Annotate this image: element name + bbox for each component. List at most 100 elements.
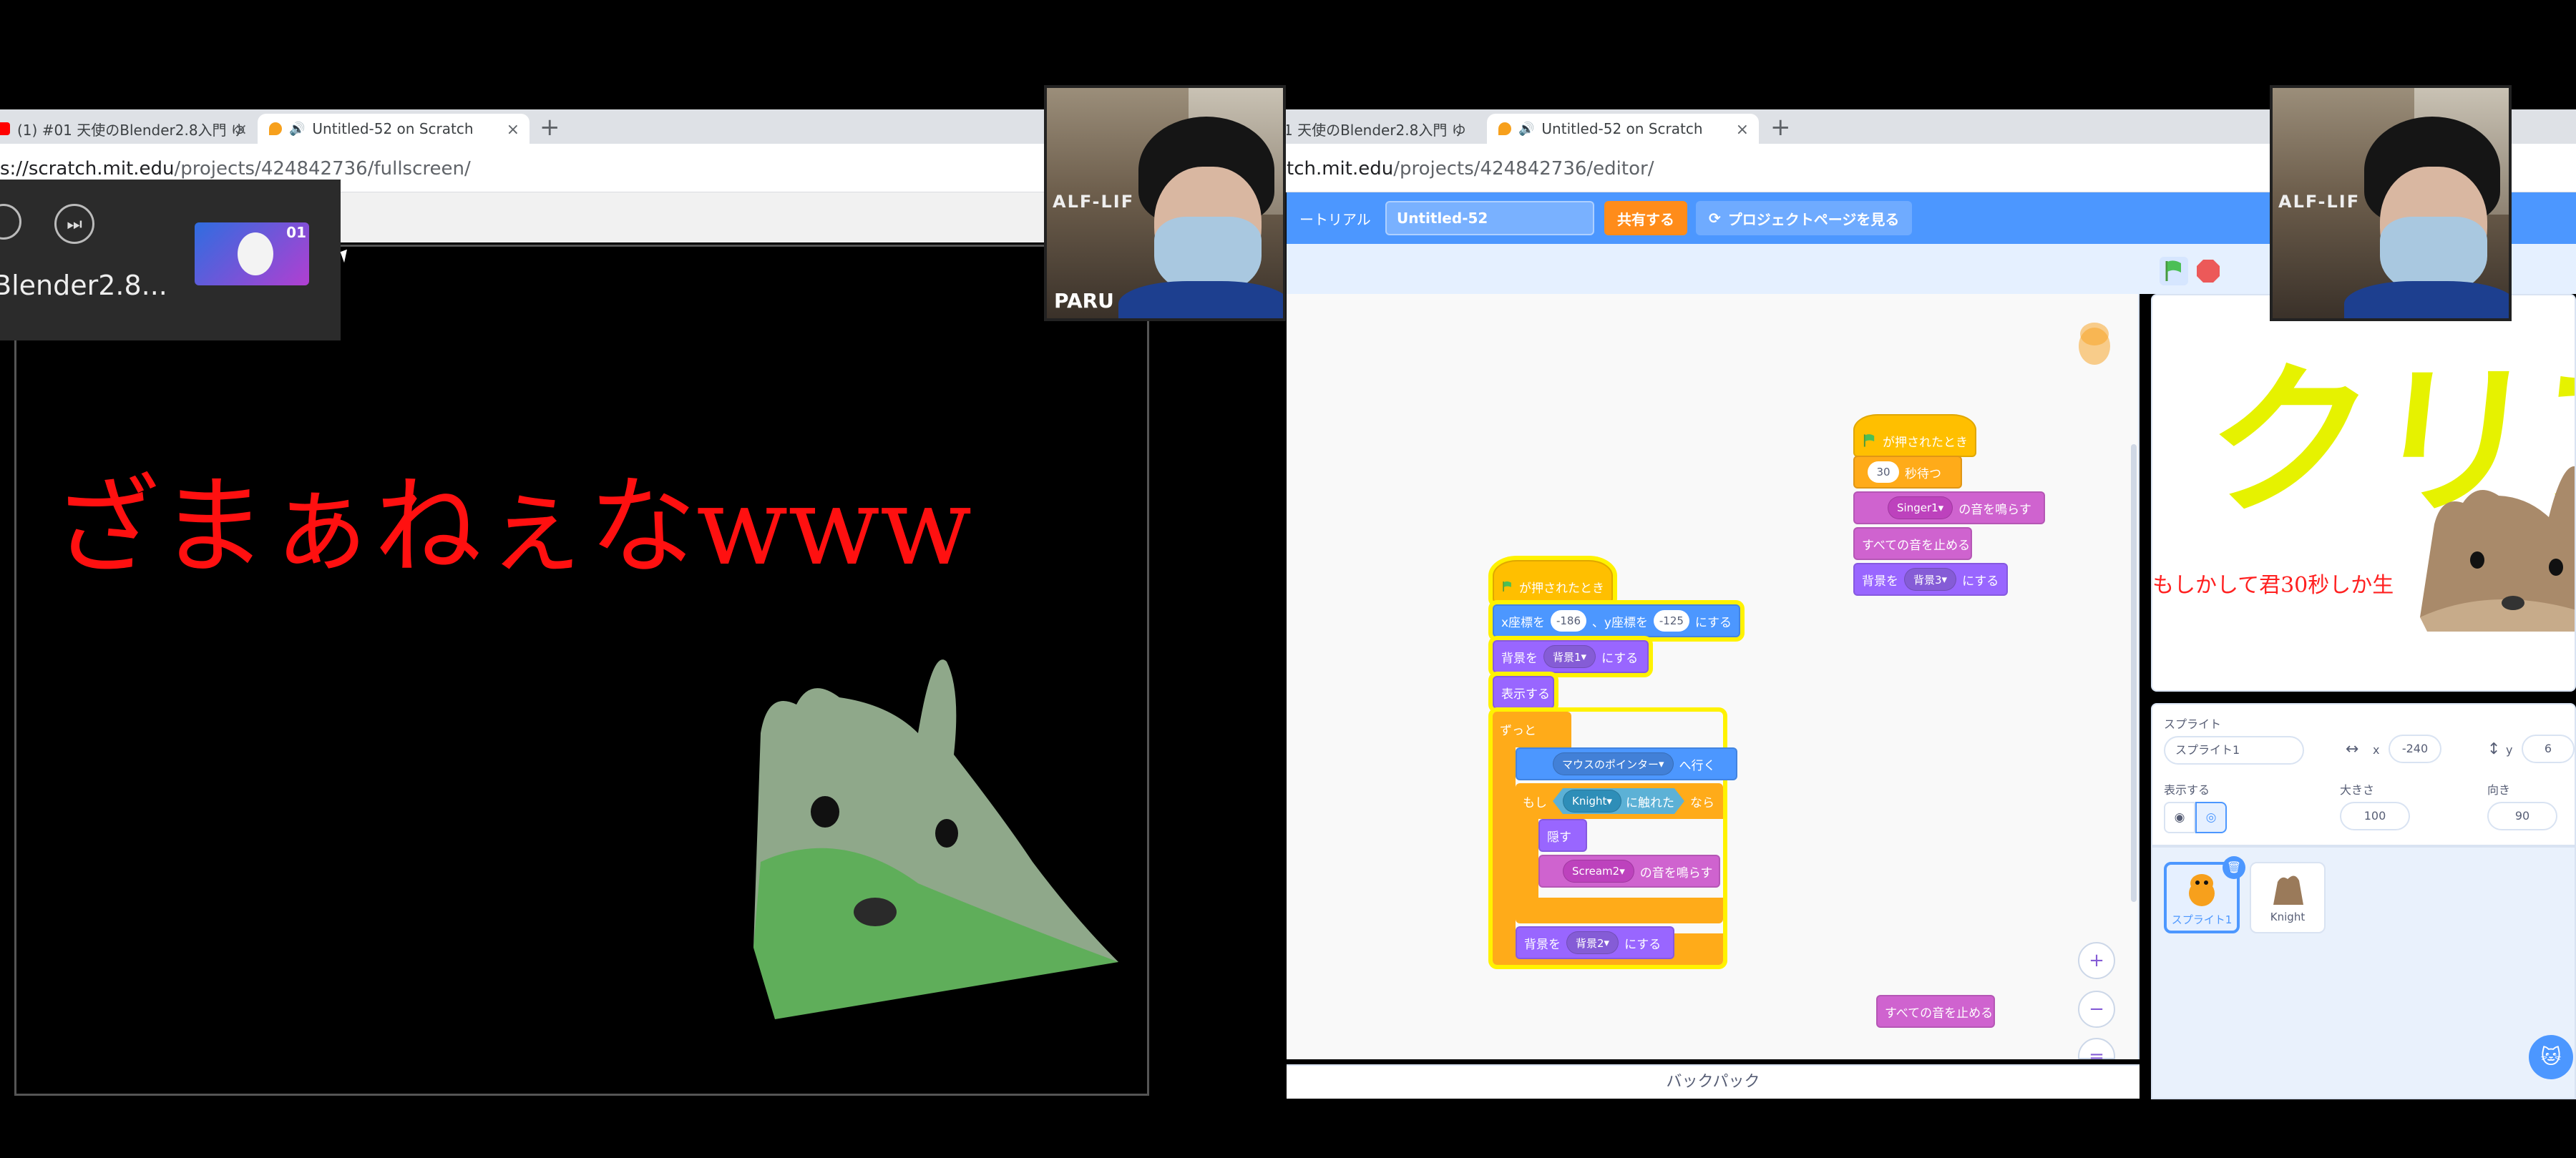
delete-icon[interactable]: 🗑 xyxy=(2223,856,2245,879)
when-flag-clicked-block[interactable]: が押されたとき xyxy=(1493,560,1613,603)
url-host: s://scratch.mit.edu xyxy=(0,158,175,180)
stop-icon[interactable] xyxy=(2195,258,2221,284)
direction-input[interactable]: 90 xyxy=(2487,802,2557,830)
url-text[interactable]: s://scratch.mit.edu/projects/424842736/f… xyxy=(0,158,471,180)
close-icon[interactable]: × xyxy=(1736,121,1749,139)
share-button[interactable]: 共有する xyxy=(1604,201,1687,235)
zoom-out-icon[interactable]: − xyxy=(2078,991,2115,1028)
block-label: にする xyxy=(1601,651,1639,666)
block-label: が押されたとき xyxy=(1519,581,1604,596)
video-thumbnail[interactable]: 01 xyxy=(195,222,309,285)
size-label: 大きさ xyxy=(2340,783,2375,797)
show-label: 表示する xyxy=(2164,783,2210,797)
x-input[interactable]: -186 xyxy=(1551,610,1586,632)
backdrop-dropdown[interactable]: 背景2 ▾ xyxy=(1566,931,1619,954)
y-position-input[interactable]: 6 xyxy=(2522,735,2575,763)
size-input[interactable]: 100 xyxy=(2340,802,2410,830)
block-label: 背景を xyxy=(1862,574,1898,589)
see-project-page-button[interactable]: ⟳ プロジェクトページを見る xyxy=(1696,201,1913,235)
block-label: が押されたとき xyxy=(1883,435,1968,450)
play-icon[interactable] xyxy=(0,204,21,240)
next-track-icon[interactable]: ⏭ xyxy=(54,204,94,244)
stop-all-sounds-block[interactable]: すべての音を止める xyxy=(1876,995,1995,1028)
sound-dropdown[interactable]: Scream2 ▾ xyxy=(1563,860,1634,883)
sprite-thumb-knight[interactable]: Knight xyxy=(2250,862,2326,933)
block-label: にする xyxy=(1694,615,1732,630)
block-label: x座標を xyxy=(1501,615,1546,630)
show-sprite-icon[interactable]: ◉ xyxy=(2164,802,2195,833)
webcam-person-shirt xyxy=(2344,281,2509,318)
tab-youtube[interactable]: 1 天使のBlender2.8入門 ゆ xyxy=(1287,114,1487,144)
webcam-person-shirt xyxy=(1118,281,1283,318)
if-header: もし Knight ▾ に触れた なら xyxy=(1516,783,1723,819)
go-to-xy-block[interactable]: x座標を -186 、y座標を -125 にする xyxy=(1493,604,1740,637)
sound-dropdown[interactable]: Singer1 ▾ xyxy=(1888,496,1953,519)
show-block[interactable]: 表示する xyxy=(1493,676,1554,709)
green-flag-icon[interactable] xyxy=(2160,257,2188,285)
tab-youtube[interactable]: (1) #01 天使のBlender2.8入門 ゆ × xyxy=(0,114,258,144)
target-dropdown[interactable]: マウスのポインター ▾ xyxy=(1553,752,1674,775)
sprite-thumb-label: スプライト1 xyxy=(2171,913,2233,926)
backdrop-dropdown[interactable]: 背景3 ▾ xyxy=(1904,568,1957,591)
block-label: なら xyxy=(1689,795,1714,810)
block-label: の音を鳴らす xyxy=(1958,502,2031,517)
touching-dropdown[interactable]: Knight ▾ xyxy=(1563,790,1621,813)
hide-block[interactable]: 隠す xyxy=(1538,819,1587,852)
code-scrollbar[interactable] xyxy=(2131,444,2137,902)
block-label: 隠す xyxy=(1547,830,1571,845)
tab-label: Untitled-52 on Scratch xyxy=(312,120,474,137)
x-label: x xyxy=(2373,743,2380,757)
switch-backdrop-block[interactable]: 背景を 背景3 ▾ にする xyxy=(1853,563,2008,596)
switch-backdrop-block[interactable]: 背景を 背景2 ▾ にする xyxy=(1516,926,1674,959)
stage[interactable]: クリア もしかして君30秒しか生 xyxy=(2151,294,2576,692)
hide-sprite-icon[interactable]: ◎ xyxy=(2195,802,2227,833)
switch-backdrop-block[interactable]: 背景を 背景1 ▾ にする xyxy=(1493,640,1649,673)
y-input[interactable]: -125 xyxy=(1653,610,1689,632)
project-title-input[interactable]: Untitled-52 xyxy=(1385,201,1594,235)
wait-seconds-input[interactable]: 30 xyxy=(1868,461,1899,483)
dropdown-value: マウスのポインター xyxy=(1562,757,1659,771)
see-project-page-label: プロジェクトページを見る xyxy=(1727,210,1900,228)
zoom-in-icon[interactable]: + xyxy=(2078,942,2115,979)
close-icon[interactable]: × xyxy=(235,121,248,139)
media-control-popup[interactable]: ⏭ 01 Blender2.8... xyxy=(0,180,341,340)
new-tab-icon[interactable]: + xyxy=(1770,115,1791,139)
backpack[interactable]: バックパック xyxy=(1287,1064,2140,1099)
touching-block[interactable]: Knight ▾ に触れた xyxy=(1553,788,1684,814)
play-sound-block[interactable]: Singer1 ▾ の音を鳴らす xyxy=(1853,491,2045,524)
sprite-thumb-sprite1[interactable]: スプライト1 🗑 xyxy=(2164,856,2245,933)
go-to-block[interactable]: マウスのポインター ▾ へ行く xyxy=(1516,747,1737,780)
url-text[interactable]: tch.mit.edu/projects/424842736/editor/ xyxy=(1287,158,1654,180)
x-position-input[interactable]: -240 xyxy=(2389,735,2441,763)
add-sprite-button[interactable]: 🐱 xyxy=(2529,1035,2573,1079)
sprite-info-panel: スプライト スプライト1 ↔ x -240 ↕ y 6 表示する ◉ ◎ 大きさ… xyxy=(2151,703,2576,846)
tab-scratch[interactable]: 🔊 Untitled-52 on Scratch × xyxy=(258,114,530,144)
block-label: 背景を xyxy=(1524,937,1561,952)
green-flag-icon xyxy=(1863,434,1875,447)
sprite-name-input[interactable]: スプライト1 xyxy=(2164,736,2304,765)
new-tab-icon[interactable]: + xyxy=(540,115,560,139)
tab-label: 1 天使のBlender2.8入門 ゆ xyxy=(1287,121,1466,139)
cat-sprite-icon xyxy=(2189,874,2215,906)
thumbnail-figure xyxy=(238,232,273,275)
block-label: ずっと xyxy=(1493,712,1571,747)
squirrel-sprite-icon xyxy=(2273,875,2303,905)
when-flag-clicked-block[interactable]: が押されたとき xyxy=(1853,414,1976,457)
tab-scratch[interactable]: 🔊 Untitled-52 on Scratch × xyxy=(1487,114,1759,144)
speaker-icon[interactable]: 🔊 xyxy=(1518,122,1534,137)
stop-all-sounds-block[interactable]: すべての音を止める xyxy=(1853,527,1972,560)
close-icon[interactable]: × xyxy=(507,121,519,139)
play-sound-block[interactable]: Scream2 ▾ の音を鳴らす xyxy=(1538,855,1720,888)
fullscreen-stage[interactable]: ざまぁねぇなwww xyxy=(14,245,1149,1096)
code-area[interactable]: が押されたとき 30 秒待つ Singer1 ▾ の音を鳴らす すべての音を止め… xyxy=(1287,294,2140,1067)
backdrop-dropdown[interactable]: 背景1 ▾ xyxy=(1543,645,1596,668)
tutorials-button[interactable]: ートリアル xyxy=(1287,201,1384,235)
speaker-icon[interactable]: 🔊 xyxy=(289,122,305,137)
webcam-logo-text: ALF-LIF xyxy=(2278,192,2361,212)
if-block[interactable]: もし Knight ▾ に触れた なら xyxy=(1516,783,1723,923)
webcam-name-tag: PARU xyxy=(1054,289,1114,313)
dropdown-value: 背景1 xyxy=(1553,650,1581,664)
zoom-reset-icon[interactable]: = xyxy=(2078,1038,2115,1067)
wait-block[interactable]: 30 秒待つ xyxy=(1853,456,1962,489)
block-label: にする xyxy=(1962,574,1999,589)
